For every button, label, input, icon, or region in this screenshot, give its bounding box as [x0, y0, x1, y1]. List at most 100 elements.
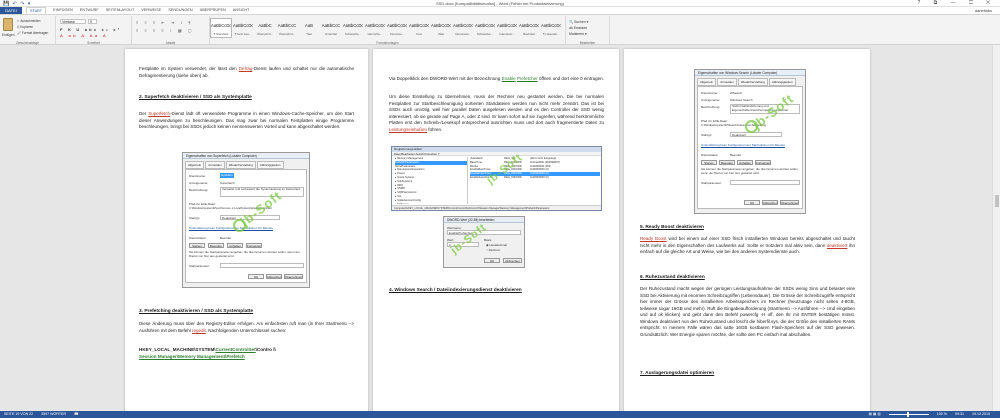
style-item[interactable]: AaB Titel	[298, 18, 320, 38]
status-bar: SEITE 19 VON 22 3597 WÖRTER 📖 ▤ ▦ ▥ 100 …	[0, 411, 1000, 418]
paste-icon[interactable]	[3, 18, 13, 31]
intro-text-a: Festplatte im System verwendet, der läss…	[139, 66, 239, 71]
style-item[interactable]: AaBbCcDc Intensives...	[452, 18, 474, 38]
ready-boost-link[interactable]: Ready Boost	[640, 236, 667, 241]
zoom-slider[interactable]	[888, 411, 929, 418]
format-painter-button[interactable]: 🖌 Format übertragen	[17, 31, 48, 35]
display-name-value: Superfetch	[220, 181, 235, 185]
style-item[interactable]: AaBbCcDc Zitat	[430, 18, 452, 38]
copy-button[interactable]: ⎘ Kopieren	[17, 25, 33, 29]
select-button[interactable]: Markieren ▾	[569, 31, 588, 37]
view-buttons[interactable]: ▤ ▦ ▥	[869, 411, 881, 418]
paragraph-buttons-top[interactable]: ≡ ≡ ≡ ⇤ ⇥ ↕ ¶	[136, 20, 193, 25]
regedit-status: Computer\HKEY_LOCAL_MACHINE\SYSTEM\Curre…	[392, 205, 601, 210]
tab-view[interactable]: ANSICHT	[233, 7, 250, 14]
style-item[interactable]: AaBbCcDc Intensive...	[386, 18, 408, 38]
style-item[interactable]: AaBbCcDc Schwache...	[474, 18, 496, 38]
vertical-scrollbar[interactable]	[992, 45, 1000, 411]
style-item[interactable]: AaBbCcDc Schwache...	[342, 18, 364, 38]
style-name: Fett	[416, 32, 422, 36]
proofing-icon[interactable]: 📖	[74, 411, 78, 418]
dialog-tab-dependencies: Abhängigkeiten	[256, 161, 284, 169]
style-item[interactable]: AaBbCcDc Intensiver...	[496, 18, 518, 38]
tab-review[interactable]: ÜBERPRÜFEN	[200, 7, 226, 14]
startparam-label: Startparameter:	[701, 181, 722, 185]
cut-button[interactable]: ✂ Ausschneiden	[17, 19, 40, 23]
style-item[interactable]: AaBbCcDc Fett	[408, 18, 430, 38]
tab-page-layout[interactable]: SEITENLAYOUT	[106, 7, 135, 14]
regedit-link[interactable]: regedit	[192, 328, 206, 333]
font-size-select[interactable]: 9	[88, 19, 97, 24]
styles-gallery: AaBbCcDc ¶ Standard AaBbCcDc ¶ Kein Lee... A…	[210, 18, 562, 38]
tab-file[interactable]: DATEI	[0, 7, 22, 14]
scrollbar-thumb[interactable]	[995, 195, 999, 207]
style-item[interactable]: AaBbCcC Untertitel	[320, 18, 342, 38]
tab-design[interactable]: ENTWURF	[80, 7, 99, 14]
enable-link[interactable]: Enable	[502, 76, 516, 81]
font-format-buttons[interactable]: F K U abc x₂ x²	[60, 27, 121, 32]
dword-caption: DWORD-Wert (32-Bit) bearbeiten	[444, 217, 524, 223]
window-controls[interactable]: ? ⧉ — ☐ ✕	[917, 0, 996, 6]
style-item[interactable]: AaBbCcDc Hervorhe...	[364, 18, 386, 38]
enable-text-a: Via Doppelklick den DWORD-Wert mit der B…	[389, 76, 502, 81]
paragraph-buttons-bottom[interactable]: ≡ ≡ ≡ ≡ ↕ ▦ ▢	[136, 28, 194, 33]
superfetch-dialog-screenshot: Eigenschaften von Superfetch (Lokaler Co…	[182, 152, 310, 288]
stop-button: Beenden	[208, 243, 224, 248]
dialog2-tabs: Allgemein Anmelden Wiederherstellung Abh…	[695, 76, 805, 86]
service-name-label: Dienstname:	[701, 91, 718, 95]
style-item[interactable]: AaBbCcDc ¶ Kein Lee...	[232, 18, 254, 38]
font-color-buttons[interactable]: A ab A Aa A	[60, 33, 108, 38]
page-right[interactable]: Eigenschaften von Windows Search (Lokale…	[624, 49, 870, 411]
start-button: Starten	[701, 160, 717, 165]
style-item[interactable]: AaBbC Überschrif...	[254, 18, 276, 38]
dialog2-tab-recovery: Wiederherstellung	[737, 78, 768, 86]
ribbon-tabs: DATEI START EINFÜGEN ENTWURF SEITENLAYOU…	[0, 7, 1000, 14]
style-item[interactable]: AaBbCcDc ¶ Listenab...	[540, 18, 562, 38]
paste-button[interactable]: Einfügen	[2, 33, 15, 37]
style-sample: AaBbCcDc	[453, 23, 473, 28]
font-group: Verdana 9 F K U abc x₂ x² A ab A Aa A Sc…	[56, 16, 132, 45]
zoom-track[interactable]	[888, 411, 929, 417]
dialog-tab-general: Allgemein	[185, 161, 205, 169]
style-item[interactable]: AaBbCcC Überschrif...	[276, 18, 298, 38]
deaktiviert-link[interactable]: deaktiviert	[827, 243, 848, 248]
tab-insert[interactable]: EINFÜGEN	[53, 7, 73, 14]
registry-path: HKEY_LOCAL_MACHINE\SYSTEM\CurrentControl…	[139, 346, 359, 360]
style-sample: AaBbCcDc	[431, 23, 451, 28]
word-count[interactable]: 3597 WÖRTER	[41, 411, 66, 418]
tab-mailings[interactable]: SENDUNGEN	[168, 7, 192, 14]
prefetcher-link[interactable]: Prefetcher	[517, 76, 538, 81]
page-left[interactable]: Festplatte im System verwendet, der läss…	[125, 49, 368, 411]
heading-superfetch: 2. Superfetch deaktivieren / SSD als Sys…	[139, 95, 252, 100]
heading-hibernation: 6. Ruhezustand deaktivieren	[640, 275, 705, 280]
style-item[interactable]: AaBbCcDc Buchtitel	[518, 18, 540, 38]
zoom-thumb[interactable]	[906, 411, 909, 417]
registry-value-cell: 0x00000000 (0)	[530, 175, 549, 179]
style-item[interactable]: AaBbCcDc ¶ Standard	[210, 18, 232, 38]
enable-text-b: öffnen und dort eine 0 eintragen.	[537, 76, 604, 81]
style-sample: AaB	[305, 23, 313, 28]
registry-path-b: CurrentControlSet	[215, 347, 256, 352]
defrag-link[interactable]: Defrag	[239, 66, 253, 71]
zoom-level[interactable]: 100 %	[937, 411, 947, 418]
style-sample: AaBbCcDc	[541, 23, 561, 28]
startparam-input	[220, 263, 304, 268]
cancel-button: Abbrechen	[762, 200, 778, 205]
style-sample: AaBbCcDc	[497, 23, 517, 28]
font-name-select[interactable]: Verdana	[60, 19, 86, 24]
tab-references[interactable]: VERWEISE	[141, 7, 161, 14]
superfetch-link[interactable]: Superfetch	[148, 111, 170, 116]
page-indicator[interactable]: SEITE 19 VON 22	[4, 411, 33, 418]
document-area[interactable]: Festplatte im System verwendet, der läss…	[0, 45, 992, 411]
page-middle[interactable]: Via Doppelklick den DWORD-Wert mit der B…	[373, 49, 619, 411]
style-sample: AaBbCcDc	[343, 23, 363, 28]
tab-start[interactable]: START	[26, 7, 47, 14]
start-button: Starten	[189, 243, 205, 248]
user-account[interactable]: daneilabs	[975, 7, 992, 14]
style-name: Intensives...	[454, 32, 471, 36]
style-name: Titel	[306, 32, 312, 36]
clock-date: 19.12.2015	[972, 412, 990, 416]
windows-search-dialog-screenshot: Eigenschaften von Windows Search (Lokale…	[694, 69, 806, 214]
registry-path-line1: HKEY_LOCAL_MACHINE\SYSTEM\CurrentControl…	[139, 346, 359, 353]
leistung-link[interactable]: Leistungseinbußen	[389, 127, 427, 132]
